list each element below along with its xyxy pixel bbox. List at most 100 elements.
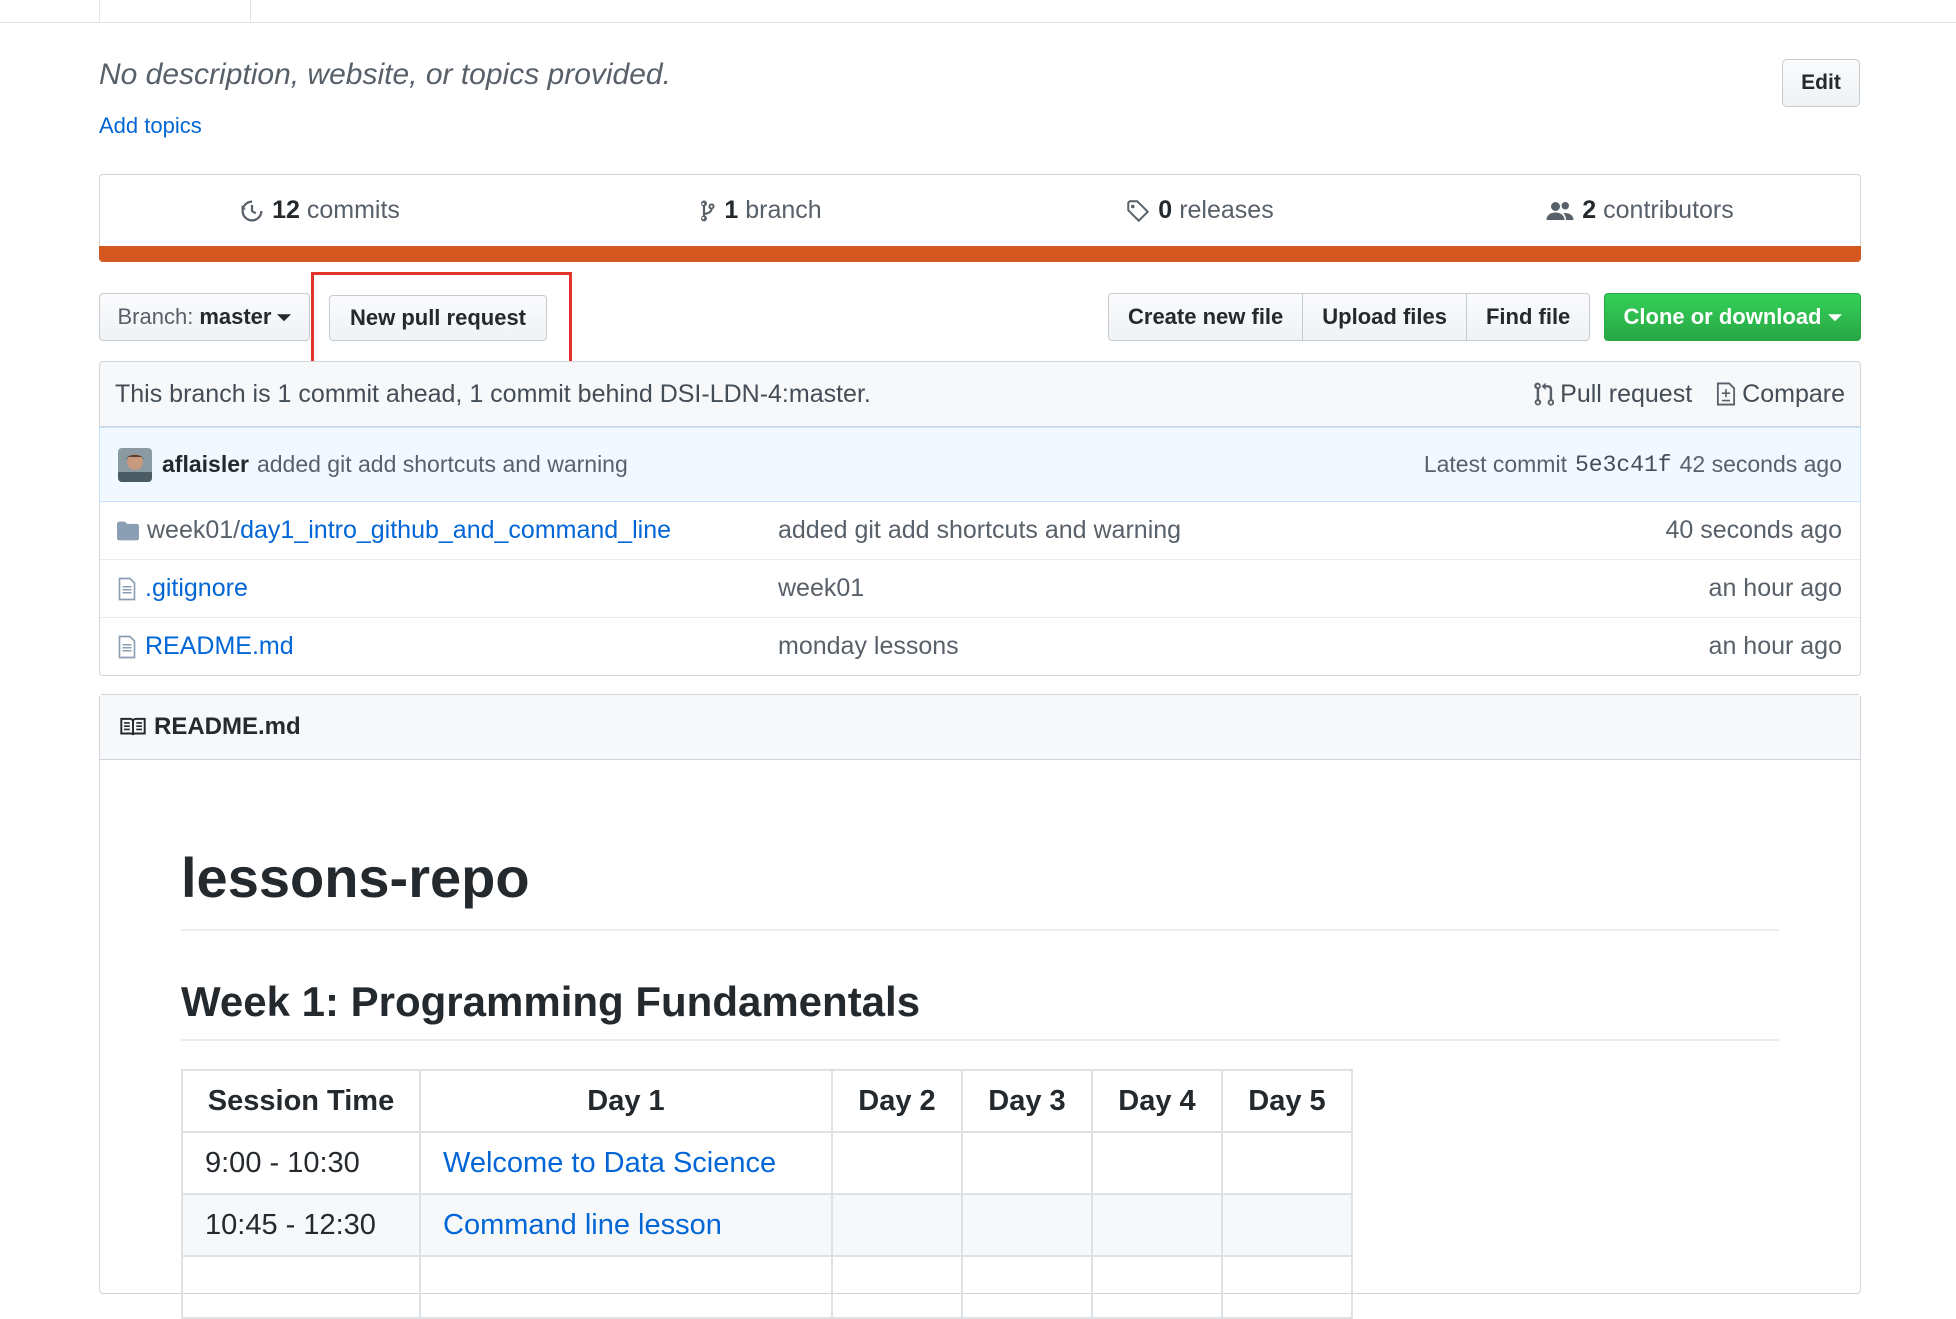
clone-label: Clone or download — [1623, 304, 1822, 329]
session-time-cell: 10:45 - 12:30 — [181, 1193, 421, 1257]
commit-sha-link[interactable]: 5e3c41f — [1575, 452, 1672, 478]
table-row — [181, 1255, 1353, 1319]
table-cell — [961, 1131, 1093, 1195]
releases-label: releases — [1179, 196, 1274, 224]
git-branch-icon — [701, 200, 715, 221]
table-cell — [181, 1255, 421, 1319]
file-age: an hour ago — [1708, 632, 1842, 660]
file-commit-message[interactable]: added git add shortcuts and warning — [778, 516, 1665, 545]
table-header: Day 3 — [961, 1069, 1093, 1133]
branch-status-text: This branch is 1 commit ahead, 1 commit … — [115, 379, 871, 408]
table-cell — [831, 1255, 963, 1319]
table-header-row: Session Time Day 1 Day 2 Day 3 Day 4 Day… — [181, 1069, 1353, 1133]
file-link[interactable]: README.md — [145, 632, 294, 661]
table-cell — [1091, 1131, 1223, 1195]
latest-commit-bar: aflaisler added git add shortcuts and wa… — [99, 427, 1861, 502]
pull-request-link[interactable]: Pull request — [1534, 380, 1692, 409]
readme-title: lessons-repo — [181, 846, 530, 909]
language-bar[interactable] — [99, 246, 1861, 262]
folder-icon — [117, 521, 139, 540]
repo-numbers-summary: 12 commits 1 branch 0 releases 2 contrib… — [99, 174, 1861, 246]
schedule-table: Session Time Day 1 Day 2 Day 3 Day 4 Day… — [181, 1069, 1353, 1319]
table-row: 9:00 - 10:30 Welcome to Data Science — [181, 1131, 1353, 1195]
commits-count: 12 — [272, 196, 300, 224]
commits-link[interactable]: 12 commits — [100, 175, 540, 246]
table-header: Day 4 — [1091, 1069, 1223, 1133]
commit-message-link[interactable]: added git add shortcuts and warning — [257, 451, 628, 478]
readme-week-heading: Week 1: Programming Fundamentals — [181, 978, 921, 1025]
pull-request-label: Pull request — [1560, 379, 1693, 408]
file-list: week01/ day1_intro_github_and_command_li… — [99, 502, 1861, 676]
table-cell — [1221, 1255, 1353, 1319]
file-link[interactable]: .gitignore — [145, 574, 248, 603]
book-icon — [120, 717, 146, 736]
contributors-label: contributors — [1603, 196, 1734, 224]
table-row: 10:45 - 12:30 Command line lesson — [181, 1193, 1353, 1257]
table-cell — [1091, 1193, 1223, 1257]
find-file-button[interactable]: Find file — [1465, 293, 1591, 341]
table-cell — [419, 1255, 833, 1319]
divider — [181, 929, 1779, 931]
table-cell — [831, 1131, 963, 1195]
caret-down-icon — [277, 314, 292, 322]
branches-count: 1 — [724, 196, 739, 224]
compare-label: Compare — [1742, 379, 1845, 408]
repo-description: No description, website, or topics provi… — [99, 58, 671, 91]
session-time-cell: 9:00 - 10:30 — [181, 1131, 421, 1195]
file-link[interactable]: day1_intro_github_and_command_line — [240, 516, 671, 545]
file-age: 40 seconds ago — [1665, 516, 1842, 544]
avatar[interactable] — [118, 447, 152, 482]
branch-select-button[interactable]: Branch: master — [99, 293, 310, 341]
git-pull-request-icon — [1534, 382, 1555, 406]
branches-link[interactable]: 1 branch — [540, 175, 980, 246]
repo-nav-tabs — [0, 0, 1956, 23]
tag-icon — [1127, 199, 1150, 222]
create-new-file-button[interactable]: Create new file — [1108, 293, 1304, 341]
table-cell — [1091, 1255, 1223, 1319]
add-topics-link[interactable]: Add topics — [99, 113, 202, 139]
file-age: an hour ago — [1708, 574, 1842, 602]
lesson-link[interactable]: Welcome to Data Science — [443, 1147, 776, 1179]
table-header: Day 1 — [419, 1069, 833, 1133]
upload-files-button[interactable]: Upload files — [1302, 293, 1467, 341]
table-cell — [961, 1255, 1093, 1319]
branch-name: master — [199, 304, 272, 329]
branches-label: branch — [745, 196, 822, 224]
readme-filename: README.md — [154, 713, 301, 740]
history-icon — [241, 200, 263, 221]
releases-count: 0 — [1158, 196, 1173, 224]
table-header: Day 5 — [1221, 1069, 1353, 1133]
table-cell: Command line lesson — [419, 1193, 833, 1257]
branch-status-bar: This branch is 1 commit ahead, 1 commit … — [99, 361, 1861, 427]
file-icon — [118, 635, 136, 658]
clone-or-download-button[interactable]: Clone or download — [1604, 293, 1861, 341]
branch-prefix: Branch: — [117, 304, 194, 329]
file-icon — [118, 577, 136, 600]
table-cell — [961, 1193, 1093, 1257]
file-row: README.md monday lessons an hour ago — [100, 617, 1860, 675]
diff-icon — [1717, 382, 1736, 406]
file-row: week01/ day1_intro_github_and_command_li… — [100, 502, 1860, 559]
table-cell — [1221, 1131, 1353, 1195]
people-icon — [1546, 201, 1574, 220]
file-row: .gitignore week01 an hour ago — [100, 559, 1860, 617]
caret-down-icon — [1827, 314, 1842, 322]
readme-header: README.md — [100, 695, 1860, 760]
table-header: Session Time — [181, 1069, 421, 1133]
releases-link[interactable]: 0 releases — [980, 175, 1420, 246]
lesson-link[interactable]: Command line lesson — [443, 1209, 722, 1241]
file-actions-group: Create new file Upload files Find file — [1108, 293, 1591, 341]
commits-label: commits — [306, 196, 400, 224]
edit-description-button[interactable]: Edit — [1782, 59, 1860, 107]
tab-code-active[interactable] — [99, 0, 251, 22]
table-cell — [1221, 1193, 1353, 1257]
file-dir-prefix: week01/ — [147, 516, 241, 544]
file-commit-message[interactable]: monday lessons — [778, 632, 1709, 661]
latest-commit-prefix: Latest commit — [1423, 451, 1567, 477]
divider — [181, 1039, 1779, 1041]
file-commit-message[interactable]: week01 — [778, 574, 1709, 603]
compare-link[interactable]: Compare — [1716, 380, 1845, 409]
commit-age: 42 seconds ago — [1679, 451, 1842, 477]
commit-author-link[interactable]: aflaisler — [162, 451, 249, 478]
contributors-link[interactable]: 2 contributors — [1420, 175, 1860, 246]
